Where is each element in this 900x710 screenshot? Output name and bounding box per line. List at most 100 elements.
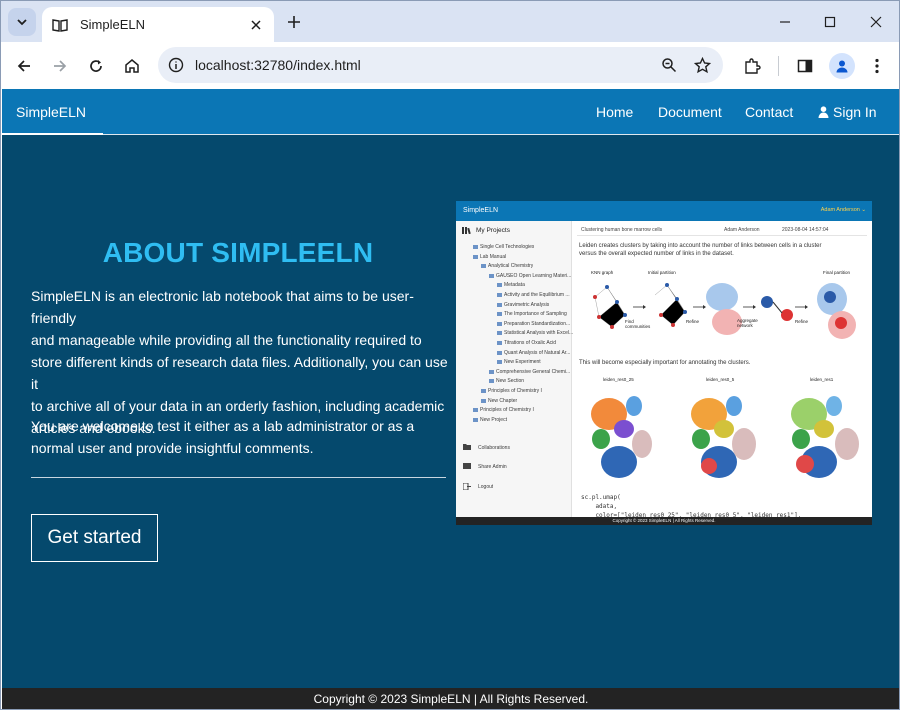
intro-line: to archive all of your data in an orderl… (31, 398, 445, 414)
get-started-button[interactable]: Get started (31, 514, 158, 562)
diagram-label: KNN graph (591, 270, 614, 275)
preview-tree-item: Lab Manual (480, 253, 507, 260)
preview-user: Adam Anderson ⌄ (820, 207, 866, 213)
preview-intro-line: Leiden creates clusters by taking into a… (579, 243, 822, 249)
preview-tree-item: Quant Analysis of Natural Ar... (504, 349, 571, 356)
tab-search-button[interactable] (8, 8, 36, 36)
page-title: ABOUT SIMPLEELN (102, 237, 374, 268)
extensions-button[interactable] (740, 54, 764, 78)
puzzle-icon (745, 58, 761, 74)
user-icon (818, 106, 829, 118)
doc-icon (489, 379, 494, 384)
doc-icon (473, 254, 478, 259)
page-content: SimpleELN Home Document Contact Sign In … (2, 89, 899, 709)
preview-tree-item: New Section (496, 378, 525, 385)
doc-icon (473, 408, 478, 413)
side-panel-button[interactable] (793, 54, 817, 78)
doc-icon (473, 245, 478, 249)
address-bar[interactable]: localhost:32780/index.html (158, 47, 723, 83)
nav-contact-link[interactable]: Contact (745, 104, 793, 120)
preview-note-author: Adam Anderson (724, 227, 760, 233)
site-navbar: SimpleELN Home Document Contact Sign In (2, 89, 899, 135)
kebab-menu-icon (875, 58, 879, 74)
browser-tab[interactable]: SimpleELN (42, 7, 274, 42)
home-button[interactable] (120, 54, 144, 78)
preview-sidebar-heading: My Projects (476, 227, 510, 234)
back-button[interactable] (12, 54, 36, 78)
preview-note-date: 2023-08-04 14:57:04 (782, 227, 829, 233)
code-line: adata, (581, 503, 618, 510)
divider (31, 477, 446, 478)
bookmark-star-icon[interactable] (691, 54, 713, 76)
close-tab-icon[interactable] (246, 15, 266, 35)
umap-plots (591, 396, 859, 478)
doc-icon (481, 389, 486, 393)
signin-label: Sign In (833, 104, 877, 120)
diagram-label: Refine (795, 319, 809, 324)
preview-collaborations-link: Collaborations (478, 445, 510, 451)
invite-paragraph: You are welcome to test it either as a l… (31, 415, 451, 459)
plus-icon (288, 16, 300, 28)
active-nav-indicator (2, 133, 103, 135)
site-footer: Copyright © 2023 SimpleELN | All Rights … (2, 688, 899, 709)
preview-share-admin-link: Share Admin (478, 464, 507, 470)
diagram-label: Aggregate network (737, 318, 758, 328)
preview-sidebar: My Projects Single Cell Technologies Lab … (456, 221, 574, 517)
nav-document-link[interactable]: Document (658, 104, 722, 120)
preview-note-title: Clustering human bone marrow cells (581, 227, 663, 233)
doc-icon (489, 369, 494, 374)
invite-line: You are welcome to test it either as a l… (31, 418, 415, 434)
preview-annotate-text: This will become especially important fo… (579, 360, 751, 366)
preview-intro: Leiden creates clusters by taking into a… (579, 242, 865, 258)
site-info-icon[interactable] (166, 55, 186, 75)
reload-button[interactable] (84, 54, 108, 78)
preview-tree-item: The Importance of Sampling (504, 311, 567, 318)
minimize-icon (780, 21, 790, 23)
forward-button[interactable] (48, 54, 72, 78)
preview-tree-item: Principles of Chemistry I (480, 407, 534, 414)
maximize-button[interactable] (817, 9, 843, 35)
arrow-right-icon (54, 60, 67, 72)
preview-tree-item: New Experiment (504, 359, 541, 366)
profile-avatar[interactable] (829, 53, 855, 79)
preview-tree-item: Principles of Chemistry I (488, 388, 542, 394)
diagram-label: Initial partition (648, 270, 676, 275)
leiden-diagram (593, 283, 856, 339)
diagram-label: Refine (686, 319, 700, 324)
new-tab-button[interactable] (283, 11, 305, 33)
toolbar-divider (778, 56, 779, 76)
folder-icon (463, 444, 471, 450)
home-icon (125, 59, 139, 73)
maximize-icon (824, 16, 836, 28)
intro-line: SimpleELN is an electronic lab notebook … (31, 288, 414, 326)
nav-home-link[interactable]: Home (596, 104, 633, 120)
menu-button[interactable] (865, 54, 889, 78)
preview-tree-item: Activity and the Equilibrium ... (504, 292, 570, 298)
nav-signin-link[interactable]: Sign In (818, 104, 877, 120)
umap-title: leiden_res1 (810, 377, 834, 382)
preview-tree-item: Single Cell Technologies (480, 244, 535, 250)
minimize-button[interactable] (772, 9, 798, 35)
url-text[interactable]: localhost:32780/index.html (195, 57, 361, 73)
preview-header: Clustering human bone marrow cells Adam … (577, 224, 867, 236)
invite-line: normal user and provide insightful comme… (31, 440, 314, 456)
preview-tree-item: Gravimetric Analysis (504, 301, 550, 308)
preview-tree-item: Analytical Chemistry (488, 263, 534, 270)
preview-tree-item: Preparation Standardization... (504, 320, 571, 327)
side-panel-icon (797, 59, 813, 73)
preview-navbar: SimpleELN Adam Anderson ⌄ (456, 201, 872, 221)
zoom-icon[interactable] (658, 54, 680, 76)
preview-main: Clustering human bone marrow cells Adam … (573, 221, 872, 519)
site-brand-link[interactable]: SimpleELN (16, 104, 86, 120)
book-icon (52, 17, 68, 33)
preview-tree-item: Comprehensive General Chemi... (496, 368, 571, 375)
preview-tree-item: Statistical Analysis with Excel... (504, 330, 574, 337)
close-window-button[interactable] (863, 9, 889, 35)
umap-title: leiden_res0_5 (706, 377, 735, 382)
diagram-label: Final partition (823, 270, 851, 275)
intro-line: store different kinds of research data f… (31, 354, 448, 392)
app-preview-image: SimpleELN Adam Anderson ⌄ My Projects Si… (456, 201, 872, 525)
preview-tree-item: Metadata (504, 282, 525, 289)
reload-icon (90, 60, 102, 72)
doc-icon (497, 321, 502, 326)
